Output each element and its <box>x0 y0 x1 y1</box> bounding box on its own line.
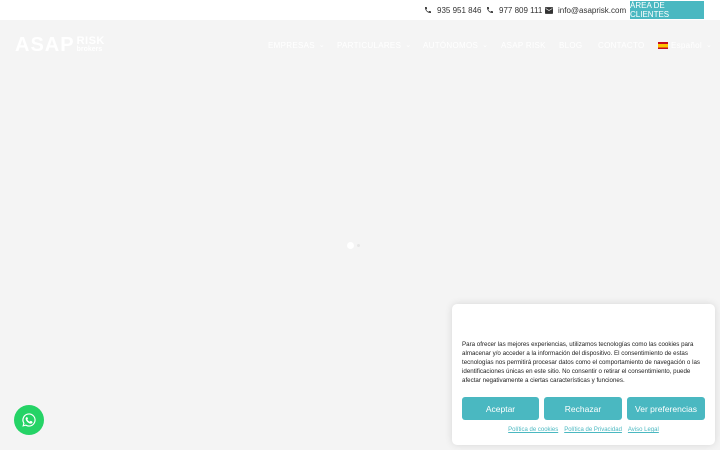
nav-label: EMPRESAS <box>268 40 315 50</box>
preferences-button[interactable]: Ver preferencias <box>627 397 705 420</box>
phone-contact-2[interactable]: 977 809 111 <box>486 0 542 20</box>
accept-button[interactable]: Aceptar <box>462 397 539 420</box>
cookie-policy-link[interactable]: Política de cookies <box>508 427 558 433</box>
logo-main: ASAP <box>15 34 75 56</box>
loading-spinner <box>347 242 354 249</box>
chevron-down-icon: ⌄ <box>405 42 412 49</box>
nav-item-contacto[interactable]: CONTACTO <box>598 20 645 70</box>
nav-label: BLOG <box>559 40 583 50</box>
legal-notice-link[interactable]: Aviso Legal <box>628 427 659 433</box>
nav-item-particulares[interactable]: PARTICULARES ⌄ <box>337 20 411 70</box>
phone-2-text: 977 809 111 <box>499 5 543 15</box>
cookie-text: Para ofrecer las mejores experiencias, u… <box>462 341 701 384</box>
nav-item-autonomos[interactable]: AUTÓNOMOS ⌄ <box>423 20 488 70</box>
site-header: ASAP RISK brokers EMPRESAS ⌄ PARTICULARE… <box>0 20 720 70</box>
nav-label: ASAP RISK <box>501 40 546 50</box>
whatsapp-button[interactable] <box>14 405 44 435</box>
nav-label: PARTICULARES <box>337 40 402 50</box>
nav-label: AUTÓNOMOS <box>423 40 479 50</box>
nav-item-empresas[interactable]: EMPRESAS ⌄ <box>268 20 325 70</box>
mail-icon <box>545 6 553 14</box>
logo-stack: RISK brokers <box>76 35 105 54</box>
spain-flag-icon <box>658 41 668 49</box>
whatsapp-icon <box>22 413 36 427</box>
chevron-down-icon: ⌄ <box>318 42 326 49</box>
nav-item-blog[interactable]: BLOG <box>559 20 582 70</box>
top-bar: 935 951 846 977 809 111 info@asaprisk.co… <box>0 0 720 20</box>
phone-contact-1[interactable]: 935 951 846 <box>424 0 482 20</box>
logo-sub: brokers <box>76 46 103 53</box>
chevron-down-icon: ⌄ <box>706 42 713 49</box>
phone-icon <box>487 7 493 13</box>
reject-button[interactable]: Rechazar <box>544 397 622 420</box>
email-text: info@asaprisk.com <box>558 5 627 15</box>
language-label: Español <box>671 40 703 50</box>
language-selector[interactable]: Español ⌄ <box>658 20 712 70</box>
nav-item-asap-risk[interactable]: ASAP RISK <box>501 20 546 70</box>
logo[interactable]: ASAP RISK brokers <box>15 34 105 56</box>
privacy-policy-link[interactable]: Política de Privacidad <box>564 427 622 433</box>
nav-label: CONTACTO <box>598 40 645 50</box>
chevron-down-icon: ⌄ <box>482 42 489 49</box>
email-contact[interactable]: info@asaprisk.com <box>545 0 626 20</box>
cookie-links: Política de cookies Política de Privacid… <box>452 427 715 433</box>
cookie-consent-banner: Para ofrecer las mejores experiencias, u… <box>452 304 715 445</box>
phone-icon <box>425 7 431 13</box>
logo-risk: RISK <box>76 35 105 47</box>
client-area-button[interactable]: ÁREA DE CLIENTES <box>630 1 704 19</box>
loading-dot <box>357 244 360 247</box>
phone-1-text: 935 951 846 <box>437 5 482 15</box>
